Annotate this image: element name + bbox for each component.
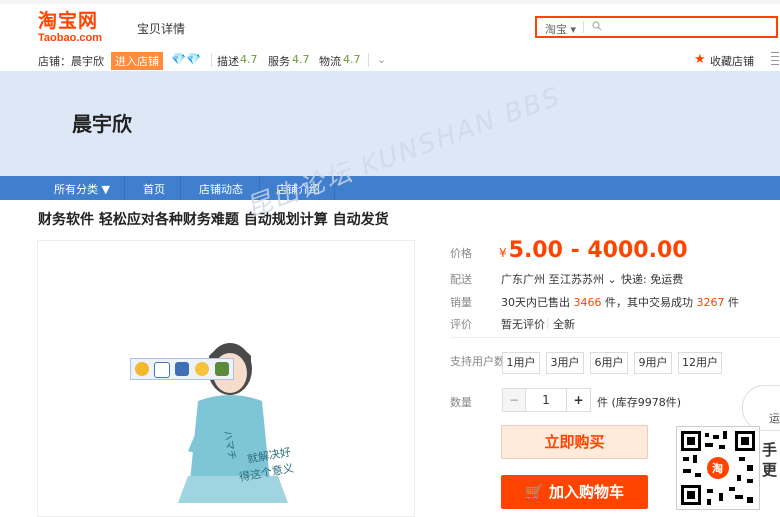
buy-now-button[interactable]: 立即购买 xyxy=(501,425,648,459)
review-text[interactable]: 暂无评价 xyxy=(501,316,545,332)
delivery-fee: 快递: 免运费 xyxy=(621,273,684,286)
monitor-icon[interactable] xyxy=(175,362,189,376)
logistics-score: 4.7 xyxy=(343,53,361,66)
quantity-minus-button[interactable]: − xyxy=(502,388,526,412)
enter-shop-button[interactable]: 进入店铺 xyxy=(111,52,163,70)
float-tab-text: 运 xyxy=(769,412,780,425)
image-toolbar xyxy=(130,358,234,380)
star-icon[interactable]: ★ xyxy=(694,52,706,67)
shop-info-bar: 店铺： 晨宇欣 进入店铺 💎💎 描述 4.7 服务 4.7 物流 4.7 ⌄ ★… xyxy=(0,49,780,72)
quantity-plus-button[interactable]: + xyxy=(566,388,591,412)
nav-divider xyxy=(334,176,335,200)
search-scope-dropdown[interactable]: 淘宝 ▾ xyxy=(545,21,576,37)
cart-icon: 🛒 xyxy=(525,483,544,501)
price-label: 价格 xyxy=(450,247,472,260)
scroll-handle[interactable] xyxy=(769,50,780,68)
top-strip xyxy=(0,0,780,4)
nav-divider xyxy=(180,176,181,200)
nav-home[interactable]: 首页 xyxy=(143,181,165,197)
condition-text: 全新 xyxy=(553,318,575,331)
image-icon[interactable] xyxy=(215,362,229,376)
option-12-users[interactable]: 12用户 xyxy=(678,352,722,374)
option-9-users[interactable]: 9用户 xyxy=(634,352,672,374)
sales-label: 销量 xyxy=(450,296,472,309)
floating-side-tab[interactable]: 运 xyxy=(742,385,780,431)
delivery-destination[interactable]: 江苏苏州 ⌄ xyxy=(560,271,617,287)
quantity-input[interactable]: 1 xyxy=(525,388,567,412)
shop-nav: 所有分类 ▼ 首页 店铺动态 店铺介绍 xyxy=(0,176,780,200)
quantity-label: 数量 xyxy=(450,396,472,409)
page-subtitle: 宝贝详情 xyxy=(137,22,186,36)
chevron-down-icon[interactable]: ⌄ xyxy=(377,53,386,66)
save-icon[interactable] xyxy=(154,362,170,378)
desc-score: 4.7 xyxy=(240,53,258,66)
nav-divider xyxy=(124,176,125,200)
option-1-user[interactable]: 1用户 xyxy=(502,352,540,374)
diamond-icon: 💎💎 xyxy=(171,52,201,66)
service-label: 服务 xyxy=(268,55,290,68)
taobao-logo[interactable]: 淘宝网 Taobao.com xyxy=(38,10,116,46)
desc-label: 描述 xyxy=(217,55,239,68)
sales-text: 30天内已售出 3466 件，其中交易成功 3267 件 xyxy=(501,296,739,309)
logo-text-cn: 淘宝网 xyxy=(38,10,99,32)
smiley-icon[interactable] xyxy=(135,362,149,376)
shop-name[interactable]: 晨宇欣 xyxy=(71,53,104,69)
delivery-label: 配送 xyxy=(450,273,472,286)
nav-shop-news[interactable]: 店铺动态 xyxy=(199,181,243,197)
price-value: ¥5.00 - 4000.00 xyxy=(499,238,688,263)
service-score: 4.7 xyxy=(292,53,310,66)
shop-label: 店铺： xyxy=(38,55,71,68)
option-6-users[interactable]: 6用户 xyxy=(590,352,628,374)
logistics-label: 物流 xyxy=(319,55,341,68)
logo-text-en: Taobao.com xyxy=(38,32,102,44)
divider xyxy=(211,53,212,67)
qr-logo-text: 淘 xyxy=(712,462,723,475)
stock-text: 件 (库存9978件) xyxy=(597,396,682,409)
qr-side-text: 手 更 xyxy=(762,441,778,479)
nav-divider xyxy=(259,176,260,200)
nav-all-categories[interactable]: 所有分类 ▼ xyxy=(54,181,110,197)
heart-icon[interactable] xyxy=(195,362,209,376)
search-divider xyxy=(583,21,584,33)
nav-shop-intro[interactable]: 店铺介绍 xyxy=(276,181,320,197)
favorite-shop-link[interactable]: 收藏店铺 xyxy=(710,53,754,69)
search-icon[interactable] xyxy=(592,21,602,31)
section-divider xyxy=(450,337,780,338)
users-label: 支持用户数 xyxy=(450,355,505,368)
divider: | xyxy=(546,316,550,329)
delivery-from: 广东广州 至 xyxy=(501,273,560,286)
qr-code: 淘 xyxy=(676,426,760,510)
search-box[interactable]: 淘宝 ▾ xyxy=(535,16,778,38)
add-to-cart-button[interactable]: 🛒 加入购物车 xyxy=(501,475,648,509)
divider xyxy=(368,53,369,67)
review-label: 评价 xyxy=(450,318,472,331)
banner-shop-name[interactable]: 晨宇欣 xyxy=(72,108,132,137)
product-title: 财务软件 轻松应对各种财务难题 自动规划计算 自动发货 xyxy=(38,212,389,228)
option-3-users[interactable]: 3用户 xyxy=(546,352,584,374)
